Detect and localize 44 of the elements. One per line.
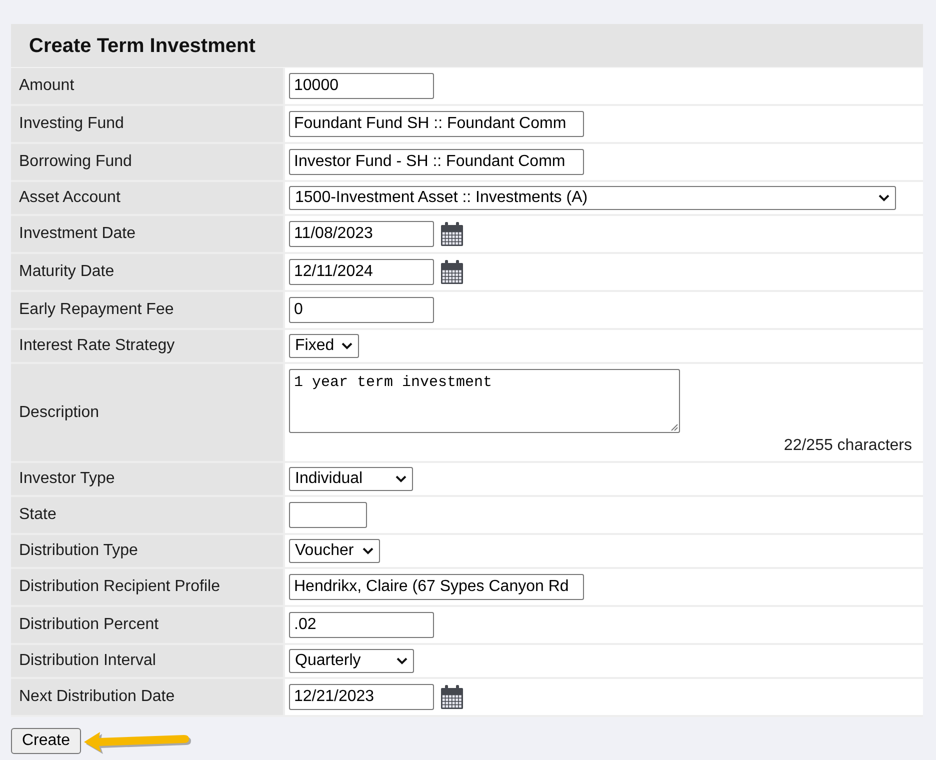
text-field[interactable]: .02 bbox=[289, 612, 434, 638]
text-field[interactable] bbox=[289, 502, 367, 528]
text-field[interactable]: 12/11/2024 bbox=[289, 259, 434, 285]
text-field[interactable]: Investor Fund - SH :: Foundant Comm bbox=[289, 149, 584, 175]
field-label: Amount bbox=[11, 68, 283, 104]
character-count: 22/255 characters bbox=[784, 436, 912, 456]
chevron-icon bbox=[341, 342, 353, 350]
calendar-icon[interactable] bbox=[441, 685, 463, 709]
calendar-icon[interactable] bbox=[441, 222, 463, 246]
field-label: State bbox=[11, 497, 283, 533]
chevron-icon bbox=[878, 194, 890, 202]
dropdown[interactable]: Individual bbox=[289, 467, 413, 491]
chevron-icon bbox=[395, 475, 407, 483]
text-field[interactable]: Foundant Fund SH :: Foundant Comm bbox=[289, 111, 584, 137]
field-label: Description bbox=[11, 364, 283, 461]
dropdown[interactable]: 1500-Investment Asset :: Investments (A) bbox=[289, 186, 896, 210]
form-title: Create Term Investment bbox=[29, 34, 256, 58]
field-label: Investor Type bbox=[11, 463, 283, 495]
field-label: Investment Date bbox=[11, 216, 283, 252]
dropdown[interactable]: Quarterly bbox=[289, 649, 414, 673]
field-label: Distribution Type bbox=[11, 535, 283, 567]
field-label: Distribution Interval bbox=[11, 645, 283, 677]
text-field[interactable]: 10000 bbox=[289, 73, 434, 99]
field-label: Borrowing Fund bbox=[11, 144, 283, 180]
resize-grip-icon[interactable] bbox=[671, 424, 678, 431]
dropdown[interactable]: Voucher bbox=[289, 539, 380, 563]
text-field[interactable]: 0 bbox=[289, 297, 434, 323]
text-area[interactable]: 1 year term investment bbox=[289, 369, 680, 433]
calendar-icon[interactable] bbox=[441, 260, 463, 284]
field-label: Interest Rate Strategy bbox=[11, 330, 283, 362]
field-label: Next Distribution Date bbox=[11, 679, 283, 715]
text-field[interactable]: 11/08/2023 bbox=[289, 221, 434, 247]
text-field[interactable]: 12/21/2023 bbox=[289, 684, 434, 710]
field-label: Distribution Percent bbox=[11, 607, 283, 643]
chevron-icon bbox=[362, 547, 374, 555]
chevron-icon bbox=[396, 657, 408, 665]
dropdown[interactable]: Fixed bbox=[289, 334, 359, 358]
field-label: Asset Account bbox=[11, 182, 283, 214]
field-label: Investing Fund bbox=[11, 106, 283, 142]
create-button[interactable]: Create bbox=[11, 728, 82, 754]
field-label: Early Repayment Fee bbox=[11, 292, 283, 328]
field-label: Distribution Recipient Profile bbox=[11, 569, 283, 605]
field-label: Maturity Date bbox=[11, 254, 283, 290]
text-field[interactable]: Hendrikx, Claire (67 Sypes Canyon Rd bbox=[289, 574, 584, 600]
